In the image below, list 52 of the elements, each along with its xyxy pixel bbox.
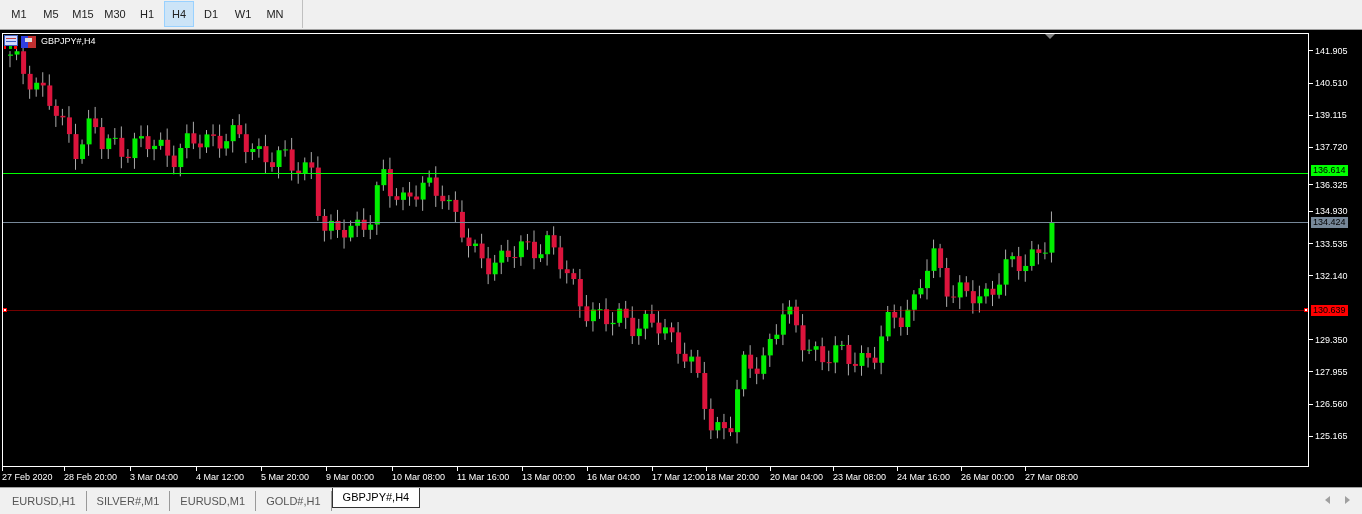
chart-tab[interactable]: SILVER#,M1 — [86, 491, 171, 511]
time-label: 9 Mar 00:00 — [326, 470, 375, 483]
timeframe-button[interactable]: H1 — [132, 1, 162, 28]
time-label: 18 Mar 20:00 — [706, 470, 760, 483]
time-label: 13 Mar 00:00 — [522, 470, 576, 483]
chart-tab[interactable]: GOLD#,H1 — [256, 491, 332, 511]
chart-title: GBPJPY#,H4 — [41, 35, 96, 49]
price-tag: 136.614 — [1311, 164, 1348, 176]
time-label: 4 Mar 12:00 — [196, 470, 245, 483]
scroll-left-icon[interactable] — [1325, 496, 1330, 504]
timeframe-button[interactable]: MN — [260, 1, 290, 28]
price-label: 129.350 — [1315, 333, 1348, 346]
time-label: 17 Mar 12:00 — [652, 470, 706, 483]
timeframe-button[interactable]: M15 — [68, 1, 98, 28]
chart-tab[interactable]: EURUSD,M1 — [170, 491, 257, 511]
price-label: 141.905 — [1315, 44, 1348, 57]
price-tag: 130.639 — [1311, 304, 1348, 316]
time-label: 10 Mar 08:00 — [392, 470, 446, 483]
price-tag: 134.424 — [1311, 216, 1348, 228]
price-label: 140.510 — [1315, 77, 1348, 90]
chart-tab[interactable]: GBPJPY#,H4 — [331, 488, 421, 508]
time-label: 3 Mar 04:00 — [130, 470, 179, 483]
time-label: 28 Feb 20:00 — [64, 470, 118, 483]
indicator-icon — [4, 34, 18, 49]
price-label: 134.930 — [1315, 205, 1348, 218]
timeframe-button[interactable]: M30 — [100, 1, 130, 28]
price-label: 125.165 — [1315, 430, 1348, 443]
time-label: 27 Mar 08:00 — [1025, 470, 1079, 483]
timeframe-button[interactable]: D1 — [196, 1, 226, 28]
time-label: 16 Mar 04:00 — [587, 470, 641, 483]
price-label: 132.140 — [1315, 269, 1348, 282]
expert-icon — [21, 35, 36, 48]
time-label: 20 Mar 04:00 — [770, 470, 824, 483]
scroll-right-icon[interactable] — [1345, 496, 1350, 504]
price-label: 133.535 — [1315, 237, 1348, 250]
price-label: 136.325 — [1315, 178, 1348, 191]
price-label: 127.955 — [1315, 365, 1348, 378]
time-label: 26 Mar 00:00 — [961, 470, 1015, 483]
time-label: 11 Mar 16:00 — [457, 470, 510, 483]
timeframe-button[interactable]: M1 — [4, 1, 34, 28]
time-label: 5 Mar 20:00 — [261, 470, 310, 483]
shift-marker-icon — [1045, 33, 1055, 39]
timeframe-button[interactable]: W1 — [228, 1, 258, 28]
time-label: 24 Mar 16:00 — [897, 470, 951, 483]
price-label: 137.720 — [1315, 141, 1348, 154]
price-label: 139.115 — [1315, 109, 1347, 122]
time-label: 23 Mar 08:00 — [833, 470, 887, 483]
timeframe-button[interactable]: H4 — [164, 1, 194, 28]
time-label: 27 Feb 2020 — [2, 470, 53, 483]
chart-tab[interactable]: EURUSD,H1 — [2, 491, 87, 511]
price-label: 126.560 — [1315, 398, 1348, 411]
timeframe-button[interactable]: M5 — [36, 1, 66, 28]
